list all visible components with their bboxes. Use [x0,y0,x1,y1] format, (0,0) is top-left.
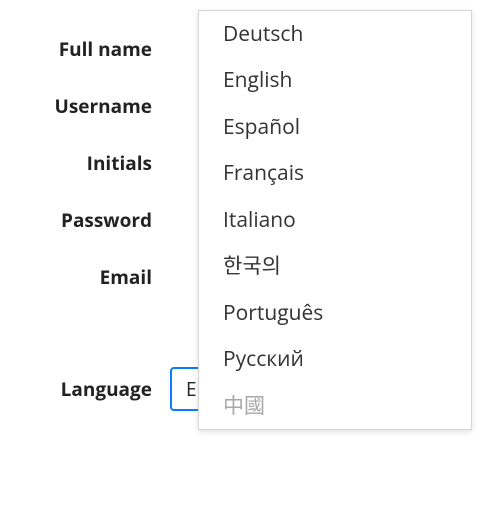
label-email: Email [0,264,170,290]
language-dropdown[interactable]: Deutsch English Español Français Italian… [198,10,472,430]
language-option-russian[interactable]: Русский [199,336,471,382]
label-username: Username [0,93,170,119]
language-option-portugues[interactable]: Português [199,290,471,336]
language-option-francais[interactable]: Français [199,150,471,196]
language-option-chinese[interactable]: 中國 [199,383,471,429]
label-language: Language [0,376,170,402]
language-option-italiano[interactable]: Italiano [199,197,471,243]
language-option-english[interactable]: English [199,57,471,103]
language-option-deutsch[interactable]: Deutsch [199,11,471,57]
language-option-espanol[interactable]: Español [199,104,471,150]
label-full-name: Full name [0,36,170,62]
label-initials: Initials [0,150,170,176]
label-password: Password [0,207,170,233]
language-option-korean[interactable]: 한국의 [199,243,471,289]
